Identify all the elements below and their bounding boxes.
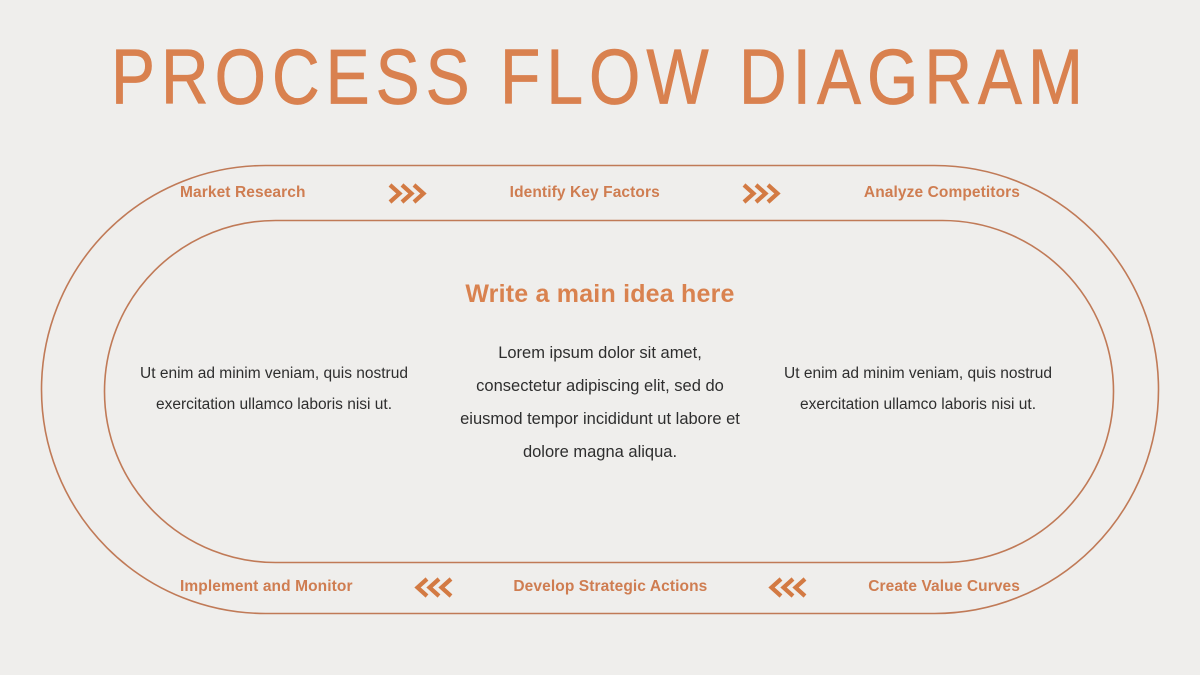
left-column-body-text: Ut enim ad minim veniam, quis nostrud ex… bbox=[140, 365, 408, 413]
page-title: PROCESS FLOW DIAGRAM bbox=[110, 32, 1090, 121]
right-column-body-text: Ut enim ad minim veniam, quis nostrud ex… bbox=[784, 365, 1052, 413]
flow-step-market-research[interactable]: Market Research bbox=[180, 184, 306, 202]
center-body-text: Lorem ipsum dolor sit amet, consectetur … bbox=[460, 344, 740, 461]
center-heading-wrap: Write a main idea here bbox=[0, 278, 1200, 310]
flow-step-identify-key-factors[interactable]: Identify Key Factors bbox=[510, 184, 660, 202]
main-idea-heading: Write a main idea here bbox=[465, 280, 735, 308]
flow-step-develop-strategic-actions[interactable]: Develop Strategic Actions bbox=[513, 578, 707, 596]
chevron-right-triple-icon bbox=[742, 182, 782, 204]
flow-row-top: Market Research Identify Key Factors Ana… bbox=[180, 178, 1020, 208]
flow-step-create-value-curves[interactable]: Create Value Curves bbox=[868, 578, 1020, 596]
chevron-right-triple-icon bbox=[388, 182, 427, 204]
flow-row-bottom: Implement and Monitor Develop Strategic … bbox=[180, 572, 1020, 602]
chevron-left-triple-icon bbox=[413, 576, 453, 598]
flow-step-implement-and-monitor[interactable]: Implement and Monitor bbox=[180, 578, 353, 596]
flow-step-analyze-competitors[interactable]: Analyze Competitors bbox=[864, 184, 1020, 202]
chevron-left-triple-icon bbox=[768, 576, 807, 598]
slide-canvas: PROCESS FLOW DIAGRAM Market Research Ide… bbox=[0, 0, 1200, 675]
